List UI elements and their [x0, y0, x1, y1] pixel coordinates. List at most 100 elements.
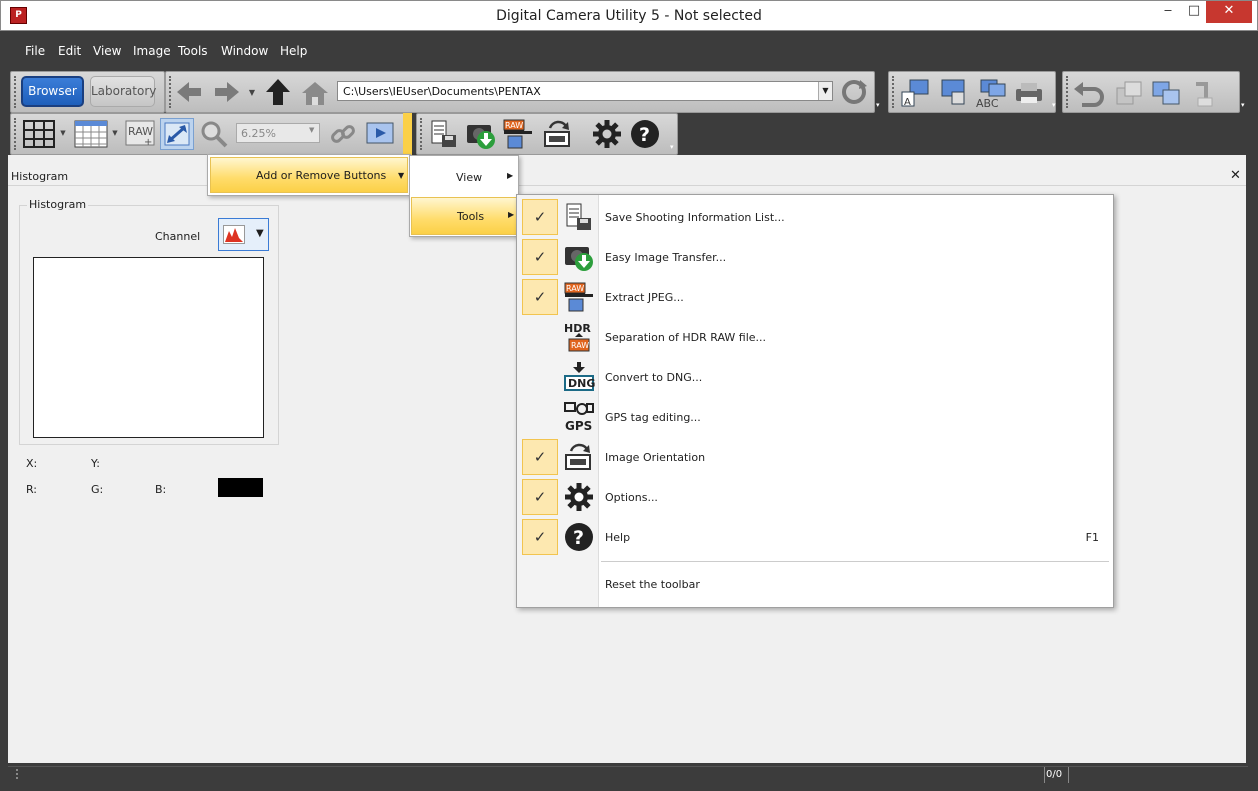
slideshow-icon[interactable] [364, 118, 398, 150]
laboratory-button[interactable]: Laboratory [90, 76, 156, 107]
menu-item-gps-editing[interactable]: GPS GPS tag editing... [517, 398, 1113, 436]
svg-text:GPS: GPS [565, 419, 592, 433]
layout-b-icon[interactable] [937, 77, 969, 109]
forward-arrow-icon[interactable] [212, 77, 242, 107]
up-arrow-icon[interactable] [262, 76, 294, 108]
submenu-view-label: View [456, 171, 483, 184]
status-count: 0/0 [1046, 769, 1063, 780]
add-remove-submenu: View ▶ Tools ▶ [409, 155, 519, 237]
svg-text:HDR: HDR [564, 322, 591, 335]
menu-edit[interactable]: Edit [58, 44, 81, 58]
detail-view-icon[interactable] [73, 118, 109, 150]
link-icon[interactable] [327, 118, 359, 150]
minimize-button[interactable]: ‒ [1154, 1, 1182, 23]
back-arrow-icon[interactable] [174, 77, 204, 107]
zoom-dropdown-icon[interactable]: ▼ [309, 126, 314, 134]
color-swatch [218, 478, 263, 497]
browser-button[interactable]: Browser [21, 76, 84, 107]
orientation-icon [563, 441, 595, 473]
toolbar-overflow-icon[interactable]: ▾ [876, 101, 880, 109]
chevron-right-icon: ▶ [508, 210, 515, 219]
menu-item-label: Separation of HDR RAW file... [605, 331, 767, 344]
orientation-icon[interactable] [541, 117, 575, 151]
reset-toolbar-label: Reset the toolbar [605, 578, 700, 591]
raw-extract-icon[interactable]: RAW [501, 117, 535, 151]
rotate-left-icon[interactable] [1112, 77, 1144, 109]
menu-item-label: Image Orientation [605, 451, 706, 464]
g-label: G: [91, 483, 104, 496]
maximize-button[interactable]: □ [1180, 1, 1208, 23]
detail-dropdown-icon[interactable]: ▼ [110, 128, 120, 138]
path-dropdown-icon[interactable]: ▼ [818, 82, 832, 100]
channel-select[interactable]: ▼ [218, 218, 269, 251]
fit-screen-icon[interactable] [160, 118, 194, 150]
menu-item-help[interactable]: ✓ ? Help F1 [517, 518, 1113, 556]
menu-image[interactable]: Image [133, 44, 171, 58]
toolbar-overflow-icon[interactable]: ▾ [670, 143, 674, 151]
close-button[interactable]: ✕ [1206, 1, 1252, 23]
menu-file[interactable]: File [25, 44, 45, 58]
menu-item-convert-dng[interactable]: DNG Convert to DNG... [517, 358, 1113, 396]
zoom-select[interactable]: 6.25% [236, 123, 320, 143]
y-label: Y: [91, 457, 100, 470]
status-bar: 0/0 [8, 766, 1248, 783]
grid-dropdown-icon[interactable]: ▼ [58, 128, 68, 138]
panel-close-icon[interactable]: ✕ [1230, 168, 1241, 183]
svg-text:RAW: RAW [571, 341, 589, 350]
save-list-icon[interactable] [428, 118, 460, 150]
hdr-raw-icon: HDR RAW [563, 321, 595, 353]
menu-window[interactable]: Window [221, 44, 268, 58]
history-dropdown-icon[interactable]: ▼ [246, 86, 258, 98]
refresh-icon[interactable] [838, 76, 870, 108]
histogram-canvas [33, 257, 264, 438]
shortcut-label: F1 [1085, 531, 1099, 544]
camera-download-icon[interactable] [464, 118, 498, 152]
menu-item-hdr-separation[interactable]: HDR RAW Separation of HDR RAW file... [517, 318, 1113, 356]
menu-help[interactable]: Help [280, 44, 307, 58]
check-icon: ✓ [522, 239, 558, 275]
menu-item-image-orientation[interactable]: ✓ Image Orientation [517, 438, 1113, 476]
redo-icon[interactable] [1188, 77, 1220, 109]
menu-item-label: Options... [605, 491, 658, 504]
zoom-icon[interactable] [198, 118, 230, 150]
menu-item-extract-jpeg[interactable]: ✓ RAW Extract JPEG... [517, 278, 1113, 316]
gear-icon [563, 481, 595, 513]
svg-text:DNG: DNG [568, 377, 595, 390]
submenu-tools-item[interactable]: Tools ▶ [411, 197, 517, 235]
gear-icon[interactable] [591, 118, 623, 150]
panel-title: Histogram [11, 170, 69, 183]
undo-icon[interactable] [1073, 77, 1105, 109]
rotate-right-icon[interactable] [1150, 77, 1182, 109]
home-icon[interactable] [299, 78, 331, 108]
toolbar-options-dropdown[interactable] [403, 113, 412, 155]
raw-plus-icon[interactable]: RAW + [124, 119, 156, 149]
layout-a-icon[interactable]: A [899, 77, 931, 109]
help-icon[interactable]: ? [629, 118, 661, 150]
status-grip [16, 769, 30, 779]
path-input[interactable]: C:\Users\IEUser\Documents\PENTAX [337, 81, 833, 101]
toolbar-overflow-icon[interactable]: ▾ [1052, 101, 1056, 109]
grid-view-icon[interactable] [22, 118, 56, 150]
toolbar-overflow-icon[interactable]: ▾ [1241, 101, 1245, 109]
save-list-icon [563, 201, 595, 233]
menu-view[interactable]: View [93, 44, 121, 58]
reset-toolbar-item[interactable]: Reset the toolbar [601, 569, 1111, 599]
check-icon: ✓ [522, 479, 558, 515]
raw-extract-icon: RAW [563, 281, 595, 313]
gps-icon: GPS [563, 401, 595, 433]
submenu-view-item[interactable]: View ▶ [411, 157, 517, 195]
submenu-tools-label: Tools [457, 210, 485, 223]
caption-abc-icon[interactable]: ABC [974, 77, 1010, 109]
menu-tools[interactable]: Tools [178, 44, 208, 58]
menu-item-easy-transfer[interactable]: ✓ Easy Image Transfer... [517, 238, 1113, 276]
printer-icon[interactable] [1013, 79, 1045, 107]
dng-icon: DNG [563, 361, 595, 393]
svg-text:+: + [144, 137, 152, 148]
menu-item-options[interactable]: ✓ Options... [517, 478, 1113, 516]
x-label: X: [26, 457, 38, 470]
check-icon: ✓ [522, 439, 558, 475]
add-remove-buttons-item[interactable]: Add or Remove Buttons ▼ [210, 157, 408, 193]
toolbar-context-menu: Add or Remove Buttons ▼ [207, 154, 411, 196]
menu-item-save-shooting-info[interactable]: ✓ Save Shooting Information List... [517, 198, 1113, 236]
r-label: R: [26, 483, 38, 496]
